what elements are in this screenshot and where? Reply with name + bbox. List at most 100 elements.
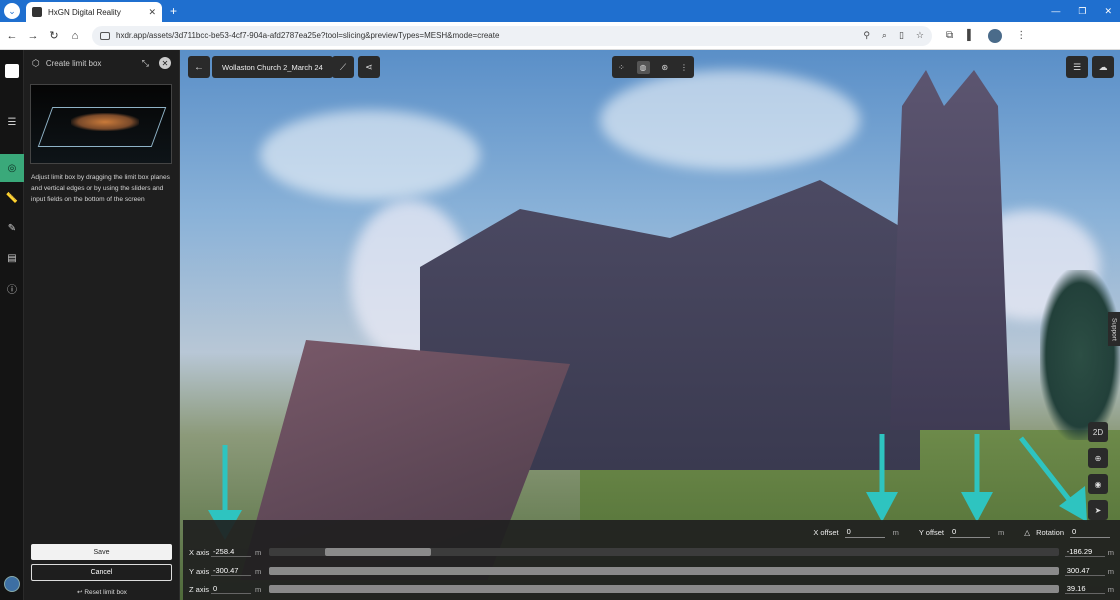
back-icon[interactable]: ←	[3, 30, 21, 42]
minimize-icon[interactable]: —	[1051, 6, 1060, 17]
window-controls: — ❐ ✕	[1051, 6, 1120, 17]
location-icon[interactable]: ⚲	[863, 30, 870, 41]
limit-box-icon: ⬡	[32, 57, 40, 68]
bookmark-star-icon[interactable]: ☆	[916, 30, 924, 41]
restore-icon[interactable]: ❐	[1078, 6, 1086, 17]
user-avatar[interactable]	[4, 576, 20, 592]
profile-avatar[interactable]	[988, 28, 1003, 43]
y-axis-label: Y axis	[189, 566, 210, 576]
close-window-icon[interactable]: ✕	[1104, 6, 1112, 17]
share-icon[interactable]: ⋖	[358, 56, 380, 78]
evergreen-tree	[1040, 270, 1120, 440]
layers-icon[interactable]: ◎	[0, 154, 24, 182]
reload-icon[interactable]: ↻	[45, 29, 63, 42]
cloud	[260, 110, 480, 200]
side-panel-icon[interactable]: ▌	[967, 30, 974, 41]
site-info-icon[interactable]	[100, 31, 110, 40]
settings-sliders-icon[interactable]: ☰	[1066, 56, 1088, 78]
new-tab-button[interactable]: +	[170, 4, 177, 18]
limit-box-preview-image	[30, 84, 172, 164]
asset-title: Wollaston Church 2_March 24	[212, 56, 333, 78]
render-mode-toolbar: ⁘ ◍ ⊛ ⋮	[612, 56, 694, 78]
satellite-icon[interactable]: ⊛	[661, 63, 668, 72]
tag-icon[interactable]: ✎	[0, 214, 24, 242]
rotation-label: Rotation	[1036, 527, 1064, 537]
close-panel-icon[interactable]: ✕	[159, 57, 171, 69]
measure-icon[interactable]: 📏	[0, 184, 24, 212]
x-axis-min-input[interactable]: -258.4	[211, 547, 251, 557]
y-axis-unit: m	[255, 566, 262, 576]
z-axis-unit: m	[255, 584, 262, 594]
reset-limit-box-link[interactable]: ↩ Reset limit box	[24, 588, 180, 596]
x-axis-max-input[interactable]: -186.29	[1064, 547, 1105, 557]
panel-header: ⬡ Create limit box ⤡ ✕	[24, 50, 179, 76]
y-offset-input[interactable]: 0	[950, 526, 991, 538]
tab-title: HxGN Digital Reality	[48, 7, 121, 17]
tab-search-button[interactable]: ⌄	[4, 3, 20, 19]
z-axis-slider[interactable]	[269, 585, 1059, 593]
close-tab-icon[interactable]: ✕	[148, 7, 156, 18]
x-axis-unit: m	[255, 547, 262, 557]
cancel-button[interactable]: Cancel	[31, 564, 172, 581]
app-navigation-rail: ☰ ◎ 📏 ✎ ▤ ⓘ	[0, 50, 24, 600]
y-axis-max-input[interactable]: 300.47	[1064, 566, 1105, 576]
page-icon[interactable]: ▯	[899, 30, 904, 41]
cloud	[600, 70, 860, 170]
mesh-icon[interactable]: ◍	[636, 60, 650, 74]
menu-icon[interactable]: ☰	[0, 108, 24, 136]
z-axis-slider-range[interactable]	[269, 585, 1059, 593]
annotation-arrow-icon	[866, 434, 898, 522]
info-icon[interactable]: ⓘ	[0, 274, 24, 302]
y-axis-min-input[interactable]: -300.47	[211, 566, 251, 576]
stack-icon[interactable]: ▤	[0, 244, 24, 272]
z-axis-row: Z axis 0 m 39.16 m	[189, 582, 1114, 596]
browser-menu-icon[interactable]: ⋮	[1016, 30, 1026, 41]
panel-description: Adjust limit box by dragging the limit b…	[31, 174, 170, 203]
z-axis-label: Z axis	[189, 584, 210, 594]
z-axis-max-unit: m	[1107, 584, 1114, 594]
collapse-icon[interactable]: ⤡	[142, 58, 149, 69]
y-axis-slider[interactable]	[269, 567, 1059, 575]
address-bar[interactable]: hxdr.app/assets/3d711bcc-be53-4cf7-904a-…	[92, 25, 932, 46]
point-cloud-icon[interactable]: ⁘	[618, 63, 625, 72]
x-axis-row: X axis -258.4 m -186.29 m	[189, 545, 1114, 559]
zoom-icon[interactable]: ⌕	[882, 30, 887, 41]
y-axis-max-unit: m	[1107, 566, 1114, 576]
limit-box-panel: ⬡ Create limit box ⤡ ✕ Adjust limit box …	[24, 50, 180, 600]
browser-toolbar: ← → ↻ ⌂ hxdr.app/assets/3d711bcc-be53-4c…	[0, 22, 1120, 50]
offset-controls: X offset 0 m Y offset 0 m △ Rotation 0	[799, 526, 1110, 538]
3d-viewport[interactable]: ← Wollaston Church 2_March 24 ⟋ ⋖ ⁘ ◍ ⊛ …	[180, 50, 1120, 600]
back-button[interactable]: ←	[188, 56, 210, 78]
measure-tool-icon[interactable]: ⟋	[332, 56, 354, 78]
app-logo-icon[interactable]	[5, 64, 19, 78]
extensions-icon[interactable]: ⧉	[946, 30, 953, 41]
y-axis-slider-range[interactable]	[269, 567, 1059, 575]
preview-model	[71, 113, 139, 131]
limit-box-controls: X offset 0 m Y offset 0 m △ Rotation 0 X…	[183, 520, 1120, 600]
x-offset-label: X offset	[813, 527, 839, 537]
x-axis-slider-range[interactable]	[324, 548, 432, 556]
x-axis-max-unit: m	[1107, 547, 1114, 557]
more-options-icon[interactable]: ⋮	[680, 63, 688, 72]
x-offset-input[interactable]: 0	[844, 526, 885, 538]
cloud-upload-icon[interactable]: ☁	[1092, 56, 1114, 78]
x-axis-slider[interactable]	[269, 548, 1059, 556]
z-axis-max-input[interactable]: 39.16	[1064, 584, 1105, 594]
panel-title: Create limit box	[45, 58, 102, 68]
url-text: hxdr.app/assets/3d711bcc-be53-4cf7-904a-…	[116, 31, 500, 40]
z-axis-min-input[interactable]: 0	[211, 584, 251, 594]
annotation-arrow-icon	[961, 434, 993, 522]
browser-tab[interactable]: HxGN Digital Reality ✕	[26, 2, 162, 22]
y-offset-unit: m	[998, 527, 1005, 537]
x-offset-unit: m	[892, 527, 899, 537]
rotation-input[interactable]: 0	[1070, 526, 1110, 538]
reset-label: Reset limit box	[84, 589, 127, 596]
support-tab[interactable]: Support	[1108, 312, 1120, 346]
church-tower	[890, 70, 1010, 430]
home-icon[interactable]: ⌂	[66, 30, 84, 42]
save-button[interactable]: Save	[31, 544, 172, 560]
y-axis-row: Y axis -300.47 m 300.47 m	[189, 564, 1114, 578]
site-favicon-icon	[32, 7, 42, 17]
forward-icon[interactable]: →	[24, 30, 42, 42]
x-axis-label: X axis	[189, 547, 210, 557]
